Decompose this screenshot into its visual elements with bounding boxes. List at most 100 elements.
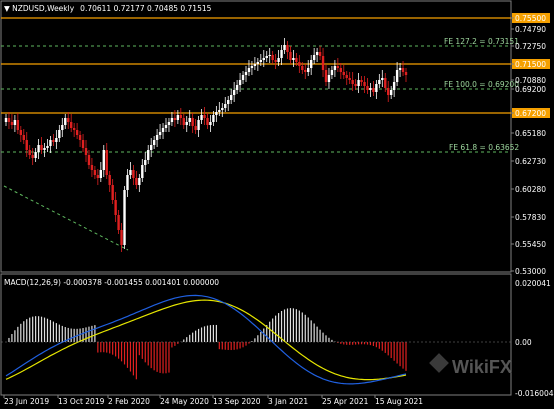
candle-body — [114, 200, 117, 215]
price-tick-0.62730: 0.62730 — [515, 157, 546, 166]
price-tick-0.72750: 0.72750 — [515, 42, 546, 51]
candle-body — [52, 140, 55, 142]
candle-body — [301, 66, 304, 70]
fib-label-127: FE 127.2 = 0.73151 — [444, 37, 519, 46]
candle-body — [295, 58, 298, 62]
candle-body — [58, 130, 61, 138]
candle-body — [369, 88, 372, 90]
candle-body — [43, 148, 46, 150]
candle-body — [167, 122, 171, 125]
macd-histogram — [8, 308, 407, 380]
time-label: 23 Jun 2019 — [4, 397, 49, 406]
price-tick-0.67200: 0.67200 — [515, 109, 546, 118]
price-tick-0.70880: 0.70880 — [515, 76, 546, 85]
candle-body — [381, 78, 384, 80]
candle-body — [55, 138, 58, 142]
candle-body — [40, 145, 43, 150]
candle-body — [280, 50, 283, 58]
candle-body — [132, 170, 135, 178]
candle-body — [327, 75, 331, 82]
candle-body — [339, 68, 343, 72]
time-label: 3 Jan 2021 — [268, 397, 308, 406]
candle-body — [336, 66, 340, 68]
candle-body — [138, 178, 141, 185]
candle-body — [250, 66, 254, 68]
candle-body — [298, 62, 301, 66]
candle-body — [389, 90, 393, 95]
candle-body — [324, 70, 328, 82]
candle-body — [61, 125, 64, 130]
candle-body — [102, 150, 105, 170]
dropdown-triangle-icon[interactable]: ▼ — [4, 4, 12, 13]
macd-tick: 0.020041 — [515, 279, 551, 288]
candle-body — [176, 115, 180, 120]
candle-body — [366, 86, 369, 90]
candle-body — [191, 118, 194, 126]
price-tick-0.71500: 0.71500 — [515, 60, 546, 69]
candle-body — [111, 185, 114, 200]
candle-body — [363, 82, 366, 86]
candle-body — [123, 190, 126, 245]
candle-body — [161, 128, 165, 132]
candle-body — [203, 115, 206, 118]
candle-body — [206, 118, 209, 125]
candle-body — [333, 66, 337, 70]
candle-body — [318, 52, 322, 56]
fib-label-100: FE 100.0 = 0.69200 — [444, 80, 519, 89]
candle-body — [247, 68, 251, 72]
candle-body — [10, 122, 14, 125]
watermark-text: WikiFX — [452, 357, 512, 377]
candle-body — [401, 68, 405, 72]
candle-body — [212, 115, 215, 122]
candle-body — [164, 125, 168, 128]
candle-body — [22, 135, 25, 140]
candle-body — [262, 58, 265, 60]
macd-tick: 0.00 — [515, 338, 532, 347]
candle-body — [170, 118, 174, 122]
candle-body — [155, 135, 159, 140]
candle-body — [141, 165, 144, 178]
candle-body — [244, 72, 248, 75]
candle-body — [227, 100, 230, 104]
time-axis: 23 Jun 2019 13 Oct 2019 2 Feb 2020 24 May 2… — [3, 395, 423, 406]
candle-body — [152, 140, 156, 145]
candle-body — [384, 78, 387, 88]
candle-body — [372, 88, 375, 92]
ohlc-values: 0.70611 0.72177 0.70485 0.71515 — [80, 4, 211, 13]
candle-body — [19, 130, 23, 135]
candle-body — [348, 78, 351, 80]
candle-body — [188, 118, 191, 122]
candle-body — [283, 45, 286, 50]
candle-body — [72, 128, 76, 130]
candle-body — [360, 80, 363, 82]
candle-body — [69, 122, 73, 128]
candle-body — [81, 140, 85, 148]
candle-body — [351, 80, 354, 84]
candle-body — [256, 62, 260, 64]
candle-body — [96, 175, 100, 178]
chart-canvas[interactable]: ▼ NZDUSD,Weekly 0.70611 0.72177 0.70485 0… — [0, 0, 554, 409]
candle-body — [64, 118, 67, 125]
candle-body — [215, 112, 218, 115]
candle-body — [218, 110, 221, 112]
price-tick-0.74790: 0.74790 — [515, 25, 546, 34]
candle-body — [149, 145, 153, 150]
candle-body — [179, 115, 183, 118]
candles-group — [4, 38, 408, 252]
fib-trend-line[interactable] — [3, 185, 129, 251]
candle-body — [268, 55, 271, 56]
candle-body — [253, 64, 257, 66]
candle-body — [307, 68, 310, 72]
symbol-label: NZDUSD,Weekly — [12, 4, 75, 13]
candle-body — [105, 150, 108, 175]
candle-body — [241, 75, 245, 80]
time-label: 2 Feb 2020 — [108, 397, 150, 406]
candle-body — [93, 170, 97, 175]
price-tick-0.53000: 0.53000 — [515, 267, 546, 276]
candle-body — [375, 84, 378, 92]
candle-body — [99, 170, 103, 178]
candle-body — [129, 170, 132, 175]
candle-body — [78, 135, 82, 140]
candle-body — [259, 60, 263, 62]
time-label: 15 Aug 2021 — [375, 397, 423, 406]
